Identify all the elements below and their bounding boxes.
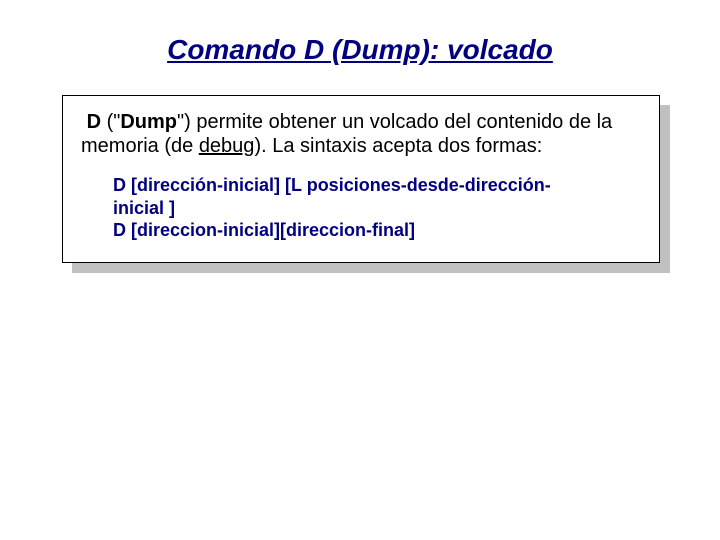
slide: Comando D (Dump): volcado D ("Dump") per… — [0, 0, 720, 540]
cmd-letter: D — [87, 111, 101, 133]
content-box: D ("Dump") permite obtener un volcado de… — [62, 95, 660, 263]
open-quote: (" — [101, 111, 120, 133]
syntax-line-1a: D [dirección-inicial] [L posiciones-desd… — [113, 174, 641, 197]
content-box-wrap: D ("Dump") permite obtener un volcado de… — [62, 95, 660, 263]
slide-title: Comando D (Dump): volcado — [48, 30, 672, 67]
syntax-line-1b: inicial ] — [113, 197, 641, 220]
slide-title-text: Comando D (Dump): volcado — [167, 34, 553, 65]
dump-word: Dump — [120, 111, 177, 133]
debug-word: debug — [199, 135, 255, 157]
intro-rest-2: ). La sintaxis acepta dos formas: — [254, 135, 542, 157]
intro-paragraph: D ("Dump") permite obtener un volcado de… — [81, 110, 641, 158]
syntax-block: D [dirección-inicial] [L posiciones-desd… — [113, 174, 641, 242]
close-quote: ") — [177, 111, 196, 133]
syntax-line-2: D [direccion-inicial][direccion-final] — [113, 219, 641, 242]
